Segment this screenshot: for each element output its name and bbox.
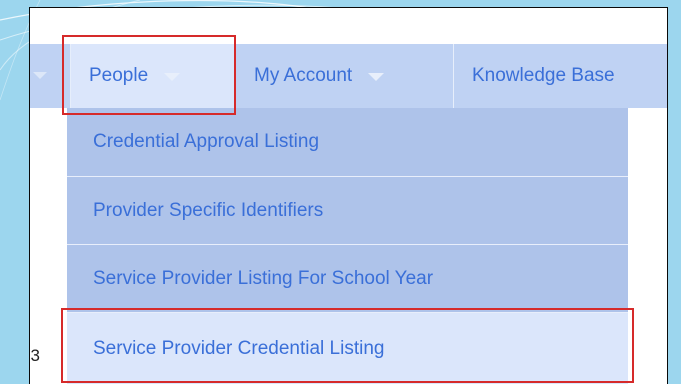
nav-people-label: People xyxy=(89,65,149,86)
chevron-down-icon[interactable] xyxy=(33,72,47,79)
nav-my-account-menu[interactable]: My Account xyxy=(236,44,451,108)
menu-item-label: Service Provider Listing For School Year xyxy=(93,267,434,289)
menu-item-credential-approval-listing[interactable]: Credential Approval Listing xyxy=(67,108,628,176)
menu-item-label: Credential Approval Listing xyxy=(93,131,320,152)
menu-item-service-provider-listing-for-school-year[interactable]: Service Provider Listing For School Year xyxy=(67,245,628,312)
partial-page-number: 33 xyxy=(30,346,40,365)
menu-item-label: Provider Specific Identifiers xyxy=(93,199,324,221)
menu-item-provider-specific-identifiers[interactable]: Provider Specific Identifiers xyxy=(67,177,628,244)
top-navbar: People My Account Knowledge Base xyxy=(30,44,667,108)
nav-people-menu[interactable]: People xyxy=(71,44,234,108)
chevron-down-icon xyxy=(368,73,385,81)
nav-my-account-label: My Account xyxy=(254,65,353,86)
app-window: People My Account Knowledge Base Credent… xyxy=(29,7,668,384)
people-dropdown-menu: Credential Approval Listing Provider Spe… xyxy=(67,108,628,384)
nav-knowledge-base-link[interactable]: Knowledge Base xyxy=(454,44,667,108)
nav-knowledge-base-label: Knowledge Base xyxy=(472,65,615,86)
chevron-down-icon xyxy=(164,73,181,81)
menu-item-label: Service Provider Credential Listing xyxy=(93,337,385,359)
menu-item-service-provider-credential-listing[interactable]: Service Provider Credential Listing xyxy=(67,313,628,384)
